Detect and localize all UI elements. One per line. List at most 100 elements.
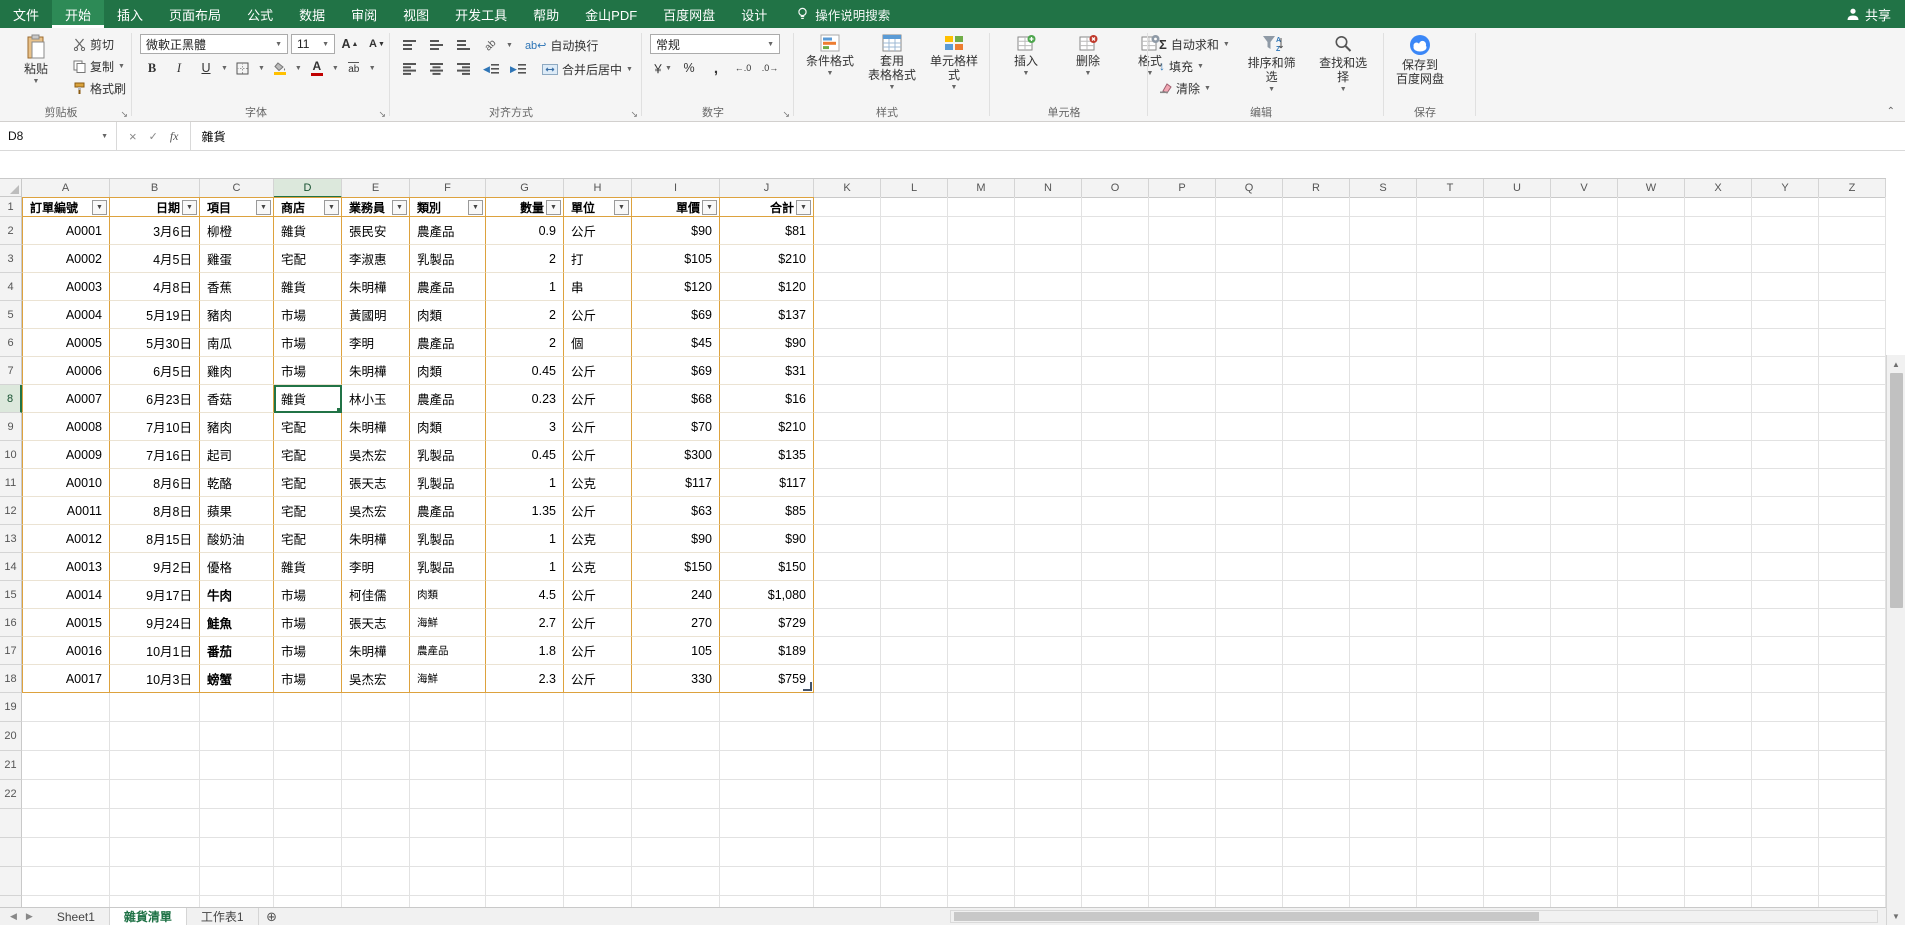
sort-filter-button[interactable]: AZ 排序和筛选 ▼ — [1239, 31, 1305, 105]
cell[interactable] — [1551, 197, 1618, 217]
cell[interactable] — [274, 809, 342, 838]
cell[interactable] — [1819, 441, 1886, 469]
cell[interactable] — [1015, 497, 1082, 525]
row-header[interactable]: 16 — [0, 609, 22, 637]
cell[interactable] — [1082, 553, 1149, 581]
cell[interactable]: 0.45 — [486, 441, 564, 469]
select-all-corner[interactable] — [0, 179, 22, 197]
cell[interactable] — [1283, 441, 1350, 469]
cell[interactable] — [1149, 751, 1216, 780]
cell[interactable] — [1685, 497, 1752, 525]
table-header-order-id[interactable]: 訂單編號 ▼ — [22, 197, 110, 217]
cell[interactable] — [1216, 469, 1283, 497]
cell[interactable] — [1819, 525, 1886, 553]
row-header[interactable]: 12 — [0, 497, 22, 525]
cell[interactable] — [1216, 637, 1283, 665]
cell[interactable] — [1149, 245, 1216, 273]
cell[interactable] — [1417, 385, 1484, 413]
cell[interactable] — [1283, 637, 1350, 665]
cell[interactable]: $16 — [720, 385, 814, 413]
cell[interactable] — [1082, 780, 1149, 809]
cell[interactable] — [881, 780, 948, 809]
row-header[interactable] — [0, 809, 22, 838]
cell[interactable] — [1350, 273, 1417, 301]
cell[interactable] — [1484, 197, 1551, 217]
cell[interactable] — [1216, 273, 1283, 301]
filter-button[interactable]: ▼ — [796, 200, 811, 215]
column-header-l[interactable]: L — [881, 179, 948, 198]
cell[interactable] — [814, 273, 881, 301]
cell[interactable] — [1149, 217, 1216, 245]
cell[interactable] — [1350, 838, 1417, 867]
cell[interactable]: 4.5 — [486, 581, 564, 609]
cell[interactable]: A0012 — [22, 525, 110, 553]
cell[interactable] — [814, 385, 881, 413]
cell[interactable] — [274, 751, 342, 780]
cell[interactable] — [1819, 385, 1886, 413]
cell[interactable] — [1216, 385, 1283, 413]
cell[interactable] — [1015, 665, 1082, 693]
cell[interactable] — [1618, 637, 1685, 665]
cell[interactable]: 朱明樺 — [342, 637, 410, 665]
cell[interactable] — [1618, 217, 1685, 245]
cell[interactable] — [1752, 357, 1819, 385]
cell[interactable] — [1819, 197, 1886, 217]
cell[interactable] — [1685, 867, 1752, 896]
cell[interactable] — [1149, 385, 1216, 413]
cell[interactable] — [1819, 581, 1886, 609]
cell[interactable]: $150 — [720, 553, 814, 581]
cell[interactable]: 肉類 — [410, 301, 486, 329]
cell[interactable]: 起司 — [200, 441, 274, 469]
cell[interactable]: 3 — [486, 413, 564, 441]
cell[interactable]: 農產品 — [410, 637, 486, 665]
cell[interactable] — [814, 553, 881, 581]
cell[interactable] — [1618, 301, 1685, 329]
cell[interactable] — [410, 780, 486, 809]
cell[interactable] — [1283, 553, 1350, 581]
cell[interactable]: 肉類 — [410, 357, 486, 385]
format-as-table-button[interactable]: 套用 表格格式 ▼ — [864, 31, 920, 105]
cell[interactable] — [1618, 751, 1685, 780]
cell[interactable] — [486, 838, 564, 867]
align-center-button[interactable] — [425, 59, 449, 79]
fx-icon[interactable]: fx — [170, 129, 179, 144]
cell[interactable] — [1417, 441, 1484, 469]
font-size-select[interactable]: 11 ▼ — [291, 34, 335, 54]
cell[interactable] — [200, 867, 274, 896]
cell[interactable]: 公斤 — [564, 441, 632, 469]
cell[interactable] — [1417, 809, 1484, 838]
cell[interactable] — [1618, 525, 1685, 553]
cell[interactable] — [110, 867, 200, 896]
cell[interactable] — [1283, 329, 1350, 357]
cell[interactable]: $300 — [632, 441, 720, 469]
cell[interactable]: 105 — [632, 637, 720, 665]
cell[interactable] — [1752, 809, 1819, 838]
cell[interactable] — [1283, 838, 1350, 867]
cell[interactable] — [1216, 780, 1283, 809]
cell[interactable] — [1149, 553, 1216, 581]
cell[interactable] — [1417, 609, 1484, 637]
cell[interactable] — [1819, 217, 1886, 245]
cell[interactable]: $90 — [720, 329, 814, 357]
name-box[interactable]: D8 ▼ — [0, 122, 117, 150]
cell[interactable] — [1082, 469, 1149, 497]
cell[interactable]: 南瓜 — [200, 329, 274, 357]
cell[interactable]: $68 — [632, 385, 720, 413]
delete-cells-button[interactable]: 删除 ▼ — [1060, 31, 1116, 105]
cell[interactable] — [200, 722, 274, 751]
cell[interactable] — [1015, 273, 1082, 301]
cell[interactable] — [1618, 273, 1685, 301]
cell[interactable] — [342, 693, 410, 722]
cell[interactable]: 公斤 — [564, 217, 632, 245]
row-header[interactable]: 8 — [0, 385, 22, 413]
vertical-scrollbar-thumb[interactable] — [1889, 373, 1903, 608]
cell[interactable] — [1685, 217, 1752, 245]
filter-button[interactable]: ▼ — [324, 200, 339, 215]
cell[interactable] — [948, 609, 1015, 637]
cell[interactable] — [1551, 553, 1618, 581]
cell[interactable] — [1350, 329, 1417, 357]
cell[interactable] — [948, 637, 1015, 665]
cell[interactable] — [1082, 609, 1149, 637]
cell[interactable] — [1551, 693, 1618, 722]
cell[interactable]: 黃國明 — [342, 301, 410, 329]
